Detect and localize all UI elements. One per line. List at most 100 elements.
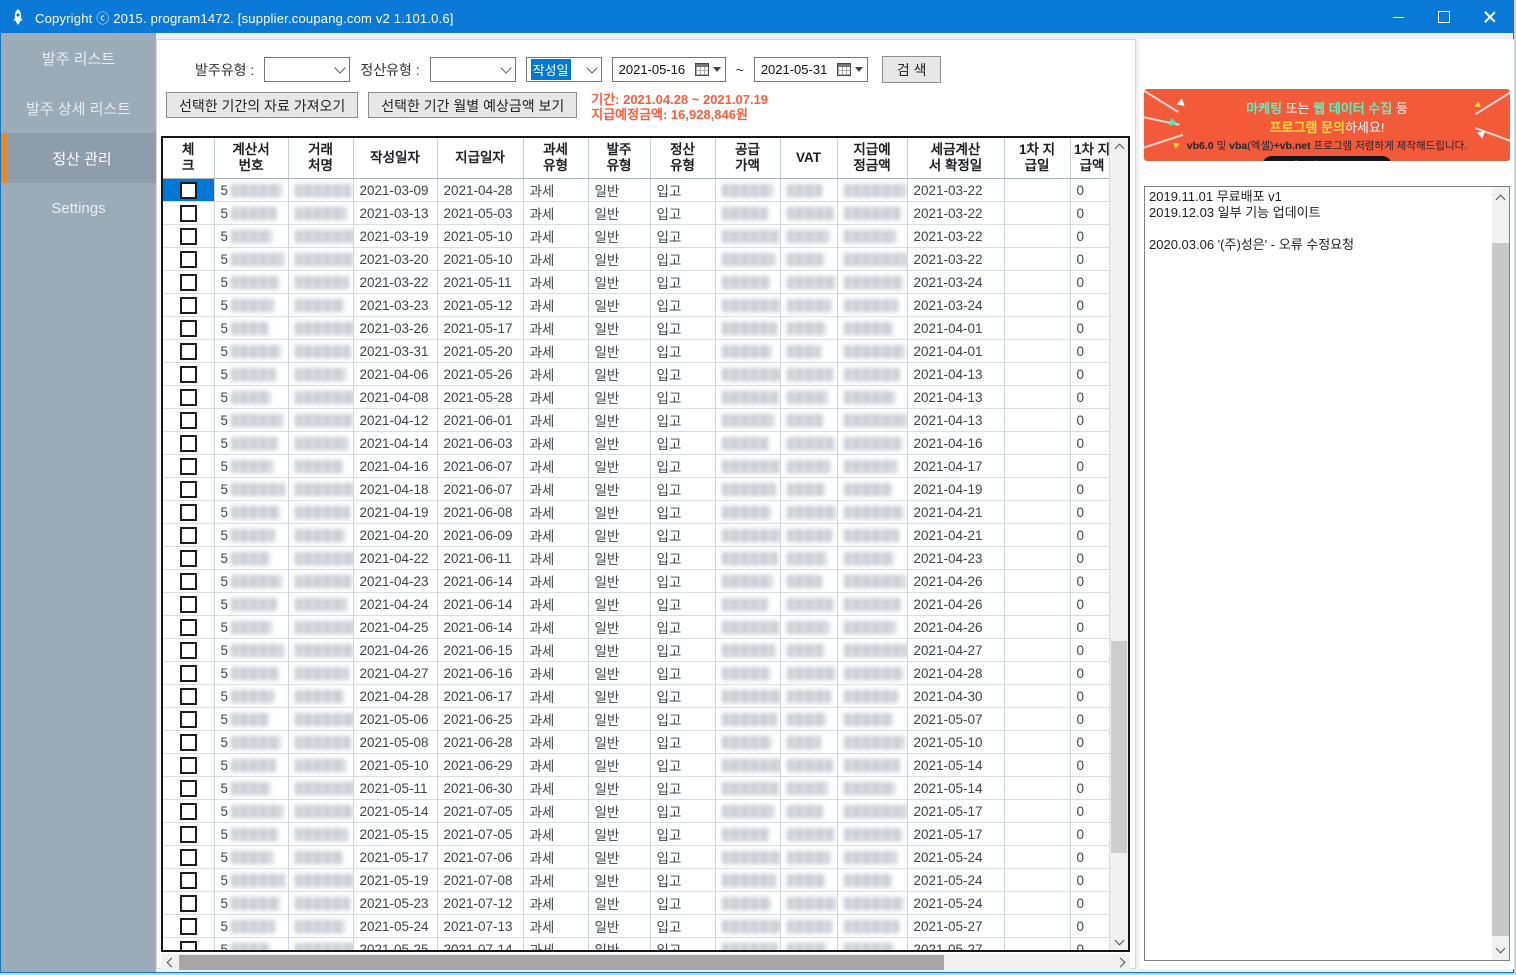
row-checkbox-cell[interactable]	[163, 800, 214, 823]
column-header[interactable]: 세금계산서 확정일	[907, 138, 1004, 179]
table-row[interactable]: 52021-03-132021-05-03과세일반입고2021-03-220	[163, 202, 1114, 225]
table-row[interactable]: 52021-05-062021-06-25과세일반입고2021-05-070	[163, 708, 1114, 731]
row-checkbox[interactable]	[180, 688, 197, 705]
date-from-input[interactable]: 2021-05-16	[612, 57, 726, 82]
row-checkbox[interactable]	[180, 527, 197, 544]
horizontal-scroll-thumb[interactable]	[179, 955, 944, 970]
row-checkbox[interactable]	[180, 665, 197, 682]
table-row[interactable]: 52021-04-062021-05-26과세일반입고2021-04-130	[163, 363, 1114, 386]
sidebar-item[interactable]: 정산 관리	[1, 133, 156, 183]
row-checkbox-cell[interactable]	[163, 570, 214, 593]
row-checkbox-cell[interactable]	[163, 478, 214, 501]
fetch-data-button[interactable]: 선택한 기간의 자료 가져오기	[166, 92, 358, 118]
row-checkbox-cell[interactable]	[163, 409, 214, 432]
scroll-down-button[interactable]	[1492, 941, 1509, 958]
table-row[interactable]: 52021-03-232021-05-12과세일반입고2021-03-240	[163, 294, 1114, 317]
table-row[interactable]: 52021-03-192021-05-10과세일반입고2021-03-220	[163, 225, 1114, 248]
row-checkbox-cell[interactable]	[163, 616, 214, 639]
row-checkbox[interactable]	[180, 826, 197, 843]
close-button[interactable]	[1467, 1, 1513, 33]
table-row[interactable]: 52021-03-092021-04-28과세일반입고2021-03-220	[163, 179, 1114, 202]
row-checkbox[interactable]	[180, 412, 197, 429]
table-row[interactable]: 52021-05-112021-06-30과세일반입고2021-05-140	[163, 777, 1114, 800]
row-checkbox[interactable]	[180, 711, 197, 728]
table-row[interactable]: 52021-04-242021-06-14과세일반입고2021-04-260	[163, 593, 1114, 616]
contact-pill[interactable]: 문의 - 카톡 : vbnvba	[1262, 156, 1393, 161]
row-checkbox-cell[interactable]	[163, 340, 214, 363]
row-checkbox-cell[interactable]	[163, 823, 214, 846]
row-checkbox-cell[interactable]	[163, 846, 214, 869]
table-row[interactable]: 52021-03-312021-05-20과세일반입고2021-04-010	[163, 340, 1114, 363]
row-checkbox[interactable]	[180, 182, 197, 199]
row-checkbox-cell[interactable]	[163, 248, 214, 271]
row-checkbox[interactable]	[180, 435, 197, 452]
row-checkbox[interactable]	[180, 734, 197, 751]
maximize-button[interactable]	[1421, 1, 1467, 33]
minimize-button[interactable]	[1375, 1, 1421, 33]
row-checkbox[interactable]	[180, 780, 197, 797]
vertical-scroll-thumb[interactable]	[1111, 641, 1127, 852]
column-header[interactable]: 발주유형	[588, 138, 650, 179]
row-checkbox[interactable]	[180, 849, 197, 866]
row-checkbox[interactable]	[180, 481, 197, 498]
date-field-select[interactable]: 작성일	[526, 57, 602, 82]
column-header[interactable]: 1차 지급액	[1070, 138, 1114, 179]
row-checkbox[interactable]	[180, 918, 197, 935]
column-header[interactable]: 정산유형	[650, 138, 715, 179]
row-checkbox-cell[interactable]	[163, 501, 214, 524]
column-header[interactable]: 거래처명	[288, 138, 353, 179]
column-header[interactable]: 작성일자	[353, 138, 437, 179]
table-vertical-scrollbar[interactable]	[1109, 138, 1128, 950]
row-checkbox[interactable]	[180, 872, 197, 889]
row-checkbox[interactable]	[180, 389, 197, 406]
scroll-up-button[interactable]	[1492, 189, 1509, 206]
row-checkbox-cell[interactable]	[163, 777, 214, 800]
row-checkbox-cell[interactable]	[163, 225, 214, 248]
row-checkbox-cell[interactable]	[163, 294, 214, 317]
table-row[interactable]: 52021-05-152021-07-05과세일반입고2021-05-170	[163, 823, 1114, 846]
row-checkbox[interactable]	[180, 297, 197, 314]
changelog-box[interactable]: 2019.11.01 무료배포 v12019.12.03 일부 기능 업데이트 …	[1144, 186, 1510, 961]
scroll-left-button[interactable]	[161, 954, 178, 971]
row-checkbox-cell[interactable]	[163, 915, 214, 938]
sidebar-item[interactable]: 발주 리스트	[1, 33, 156, 83]
scroll-up-button[interactable]	[1110, 138, 1128, 155]
table-row[interactable]: 52021-04-222021-06-11과세일반입고2021-04-230	[163, 547, 1114, 570]
order-type-select[interactable]	[264, 57, 350, 82]
notes-scroll-thumb[interactable]	[1492, 243, 1509, 936]
table-row[interactable]: 52021-03-202021-05-10과세일반입고2021-03-220	[163, 248, 1114, 271]
row-checkbox[interactable]	[180, 550, 197, 567]
table-row[interactable]: 52021-04-272021-06-16과세일반입고2021-04-280	[163, 662, 1114, 685]
row-checkbox-cell[interactable]	[163, 432, 214, 455]
row-checkbox-cell[interactable]	[163, 179, 214, 202]
row-checkbox-cell[interactable]	[163, 754, 214, 777]
row-checkbox-cell[interactable]	[163, 593, 214, 616]
table-row[interactable]: 52021-04-282021-06-17과세일반입고2021-04-300	[163, 685, 1114, 708]
settle-type-select[interactable]	[430, 57, 516, 82]
row-checkbox[interactable]	[180, 596, 197, 613]
column-header[interactable]: 지급예정금액	[837, 138, 907, 179]
row-checkbox-cell[interactable]	[163, 363, 214, 386]
row-checkbox-cell[interactable]	[163, 892, 214, 915]
row-checkbox[interactable]	[180, 458, 197, 475]
table-row[interactable]: 52021-04-202021-06-09과세일반입고2021-04-210	[163, 524, 1114, 547]
row-checkbox[interactable]	[180, 642, 197, 659]
row-checkbox[interactable]	[180, 205, 197, 222]
table-row[interactable]: 52021-04-262021-06-15과세일반입고2021-04-270	[163, 639, 1114, 662]
row-checkbox-cell[interactable]	[163, 386, 214, 409]
scroll-down-button[interactable]	[1110, 933, 1128, 950]
date-to-input[interactable]: 2021-05-31	[754, 57, 868, 82]
scroll-right-button[interactable]	[1113, 954, 1130, 971]
row-checkbox[interactable]	[180, 573, 197, 590]
row-checkbox-cell[interactable]	[163, 455, 214, 478]
row-checkbox[interactable]	[180, 343, 197, 360]
table-row[interactable]: 52021-04-252021-06-14과세일반입고2021-04-260	[163, 616, 1114, 639]
table-row[interactable]: 52021-05-082021-06-28과세일반입고2021-05-100	[163, 731, 1114, 754]
table-row[interactable]: 52021-04-122021-06-01과세일반입고2021-04-130	[163, 409, 1114, 432]
row-checkbox-cell[interactable]	[163, 731, 214, 754]
ad-banner[interactable]: 마케팅 또는 웹 데이터 수집 등 프로그램 문의하세요! vb6.0 및 vb…	[1144, 89, 1510, 161]
column-header[interactable]: 계산서번호	[214, 138, 288, 179]
table-row[interactable]: 52021-03-222021-05-11과세일반입고2021-03-240	[163, 271, 1114, 294]
column-header[interactable]: 공급가액	[715, 138, 780, 179]
table-row[interactable]: 52021-05-252021-07-14과세일반입고2021-05-270	[163, 938, 1114, 953]
